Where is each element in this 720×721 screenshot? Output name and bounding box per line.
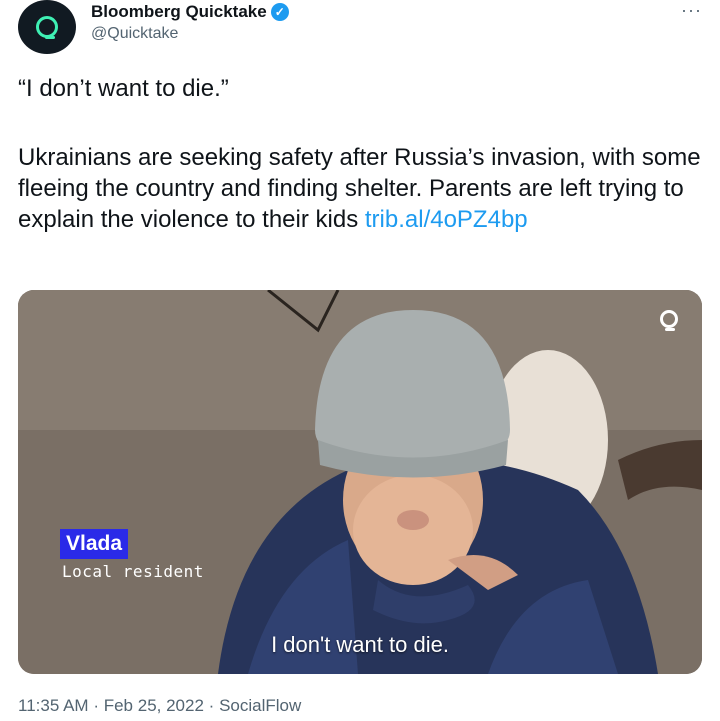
tweet-time[interactable]: 11:35 AM bbox=[18, 696, 89, 716]
quicktake-watermark-icon bbox=[660, 310, 678, 331]
tweet-body-text: Ukrainians are seeking safety after Russ… bbox=[18, 144, 701, 233]
tweet-link[interactable]: trib.al/4oPZ4bp bbox=[365, 206, 528, 233]
meta-separator: · bbox=[93, 696, 99, 715]
tweet-body: Ukrainians are seeking safety after Russ… bbox=[18, 142, 708, 235]
tweet-source: SocialFlow bbox=[219, 696, 302, 715]
author-name[interactable]: Bloomberg Quicktake ✓ bbox=[91, 2, 289, 22]
tweet-date[interactable]: Feb 25, 2022 bbox=[104, 696, 204, 716]
author-handle[interactable]: @Quicktake bbox=[91, 25, 178, 43]
tweet-quote: “I don’t want to die.” bbox=[18, 75, 229, 102]
quicktake-logo-icon bbox=[36, 16, 58, 39]
video-name-tag: Vlada bbox=[60, 529, 129, 559]
video-role-tag: Local resident bbox=[62, 562, 204, 581]
video-subtitle: I don't want to die. bbox=[271, 632, 449, 657]
verified-badge-icon: ✓ bbox=[270, 3, 289, 21]
author-name-text: Bloomberg Quicktake bbox=[91, 2, 267, 21]
meta-separator: · bbox=[208, 696, 215, 715]
video-media[interactable]: Vlada Local resident I don't want to die… bbox=[18, 290, 702, 674]
more-options-icon[interactable]: ··· bbox=[681, 0, 702, 21]
author-avatar[interactable] bbox=[18, 0, 76, 54]
tweet-metadata: 11:35 AM · Feb 25, 2022 · SocialFlow bbox=[18, 696, 301, 716]
video-frame-image bbox=[18, 290, 702, 674]
